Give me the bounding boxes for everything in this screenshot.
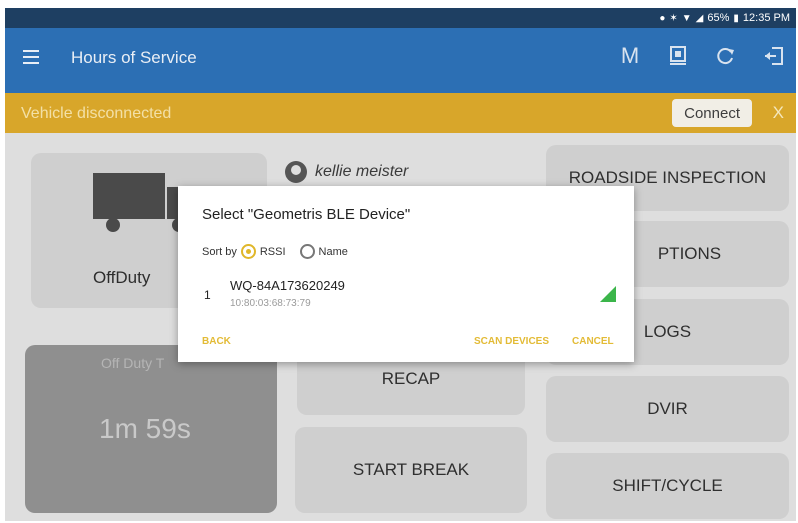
sort-rssi-label[interactable]: RSSI [260, 246, 286, 258]
offduty-timer-label: Off Duty T [101, 355, 165, 371]
driver-name: kellie meister [315, 163, 409, 180]
battery-percent: 65% [707, 12, 730, 24]
connect-button[interactable]: Connect [672, 99, 752, 127]
sort-rssi-radio[interactable] [240, 244, 256, 259]
m-button[interactable]: M [616, 42, 644, 70]
sort-options: Sort by RSSI Name [202, 244, 348, 259]
app-actions: M [616, 42, 788, 70]
shift-cycle-button[interactable]: SHIFT/CYCLE [546, 453, 789, 519]
clock: 12:35 PM [742, 12, 790, 24]
signal-bars-icon: ◢ [695, 12, 704, 24]
device-name: WQ-84A173620249 [230, 278, 345, 293]
driver-info: kellie meister [285, 161, 408, 183]
bluetooth-icon: ✶ [669, 12, 678, 24]
banner-text: Vehicle disconnected [21, 105, 172, 122]
start-break-button[interactable]: START BREAK [295, 427, 527, 513]
sort-name-label[interactable]: Name [319, 246, 348, 258]
location-icon: ● [659, 12, 666, 24]
device-index: 1 [204, 288, 211, 302]
dvir-button[interactable]: DVIR [546, 376, 789, 442]
dialog-title: Select "Geometris BLE Device" [202, 206, 411, 223]
user-icon [285, 161, 307, 183]
back-button[interactable]: BACK [202, 336, 231, 347]
sort-name-radio[interactable] [299, 244, 315, 259]
connection-banner: Vehicle disconnected Connect X [5, 93, 796, 133]
status-bar: ● ✶ ▼ ◢ 65% ▮ 12:35 PM [5, 8, 796, 28]
app-bar: Hours of Service M [5, 28, 796, 93]
menu-icon[interactable] [23, 50, 39, 64]
signal-strength-icon [600, 286, 616, 302]
sort-by-label: Sort by [202, 245, 237, 258]
app-screen: ● ✶ ▼ ◢ 65% ▮ 12:35 PM Hours of Service … [5, 8, 796, 521]
device-list-item[interactable]: 1 WQ-84A173620249 10:80:03:68:73:79 [202, 278, 622, 314]
battery-icon: ▮ [733, 12, 739, 24]
select-device-dialog: Select "Geometris BLE Device" Sort by RS… [178, 186, 634, 362]
refresh-icon[interactable] [712, 42, 740, 70]
duty-status-label: OffDuty [93, 268, 151, 287]
cancel-button[interactable]: CANCEL [572, 336, 614, 347]
app-title: Hours of Service [71, 48, 197, 67]
scan-devices-button[interactable]: SCAN DEVICES [474, 336, 549, 347]
wifi-icon: ▼ [681, 12, 692, 24]
offduty-timer-value: 1m 59s [99, 413, 191, 444]
close-banner-button[interactable]: X [773, 103, 784, 123]
device-mac-address: 10:80:03:68:73:79 [230, 298, 311, 309]
device-icon[interactable] [664, 42, 692, 70]
logout-icon[interactable] [760, 42, 788, 70]
offduty-timer-card: Off Duty T 1m 59s [25, 345, 277, 513]
